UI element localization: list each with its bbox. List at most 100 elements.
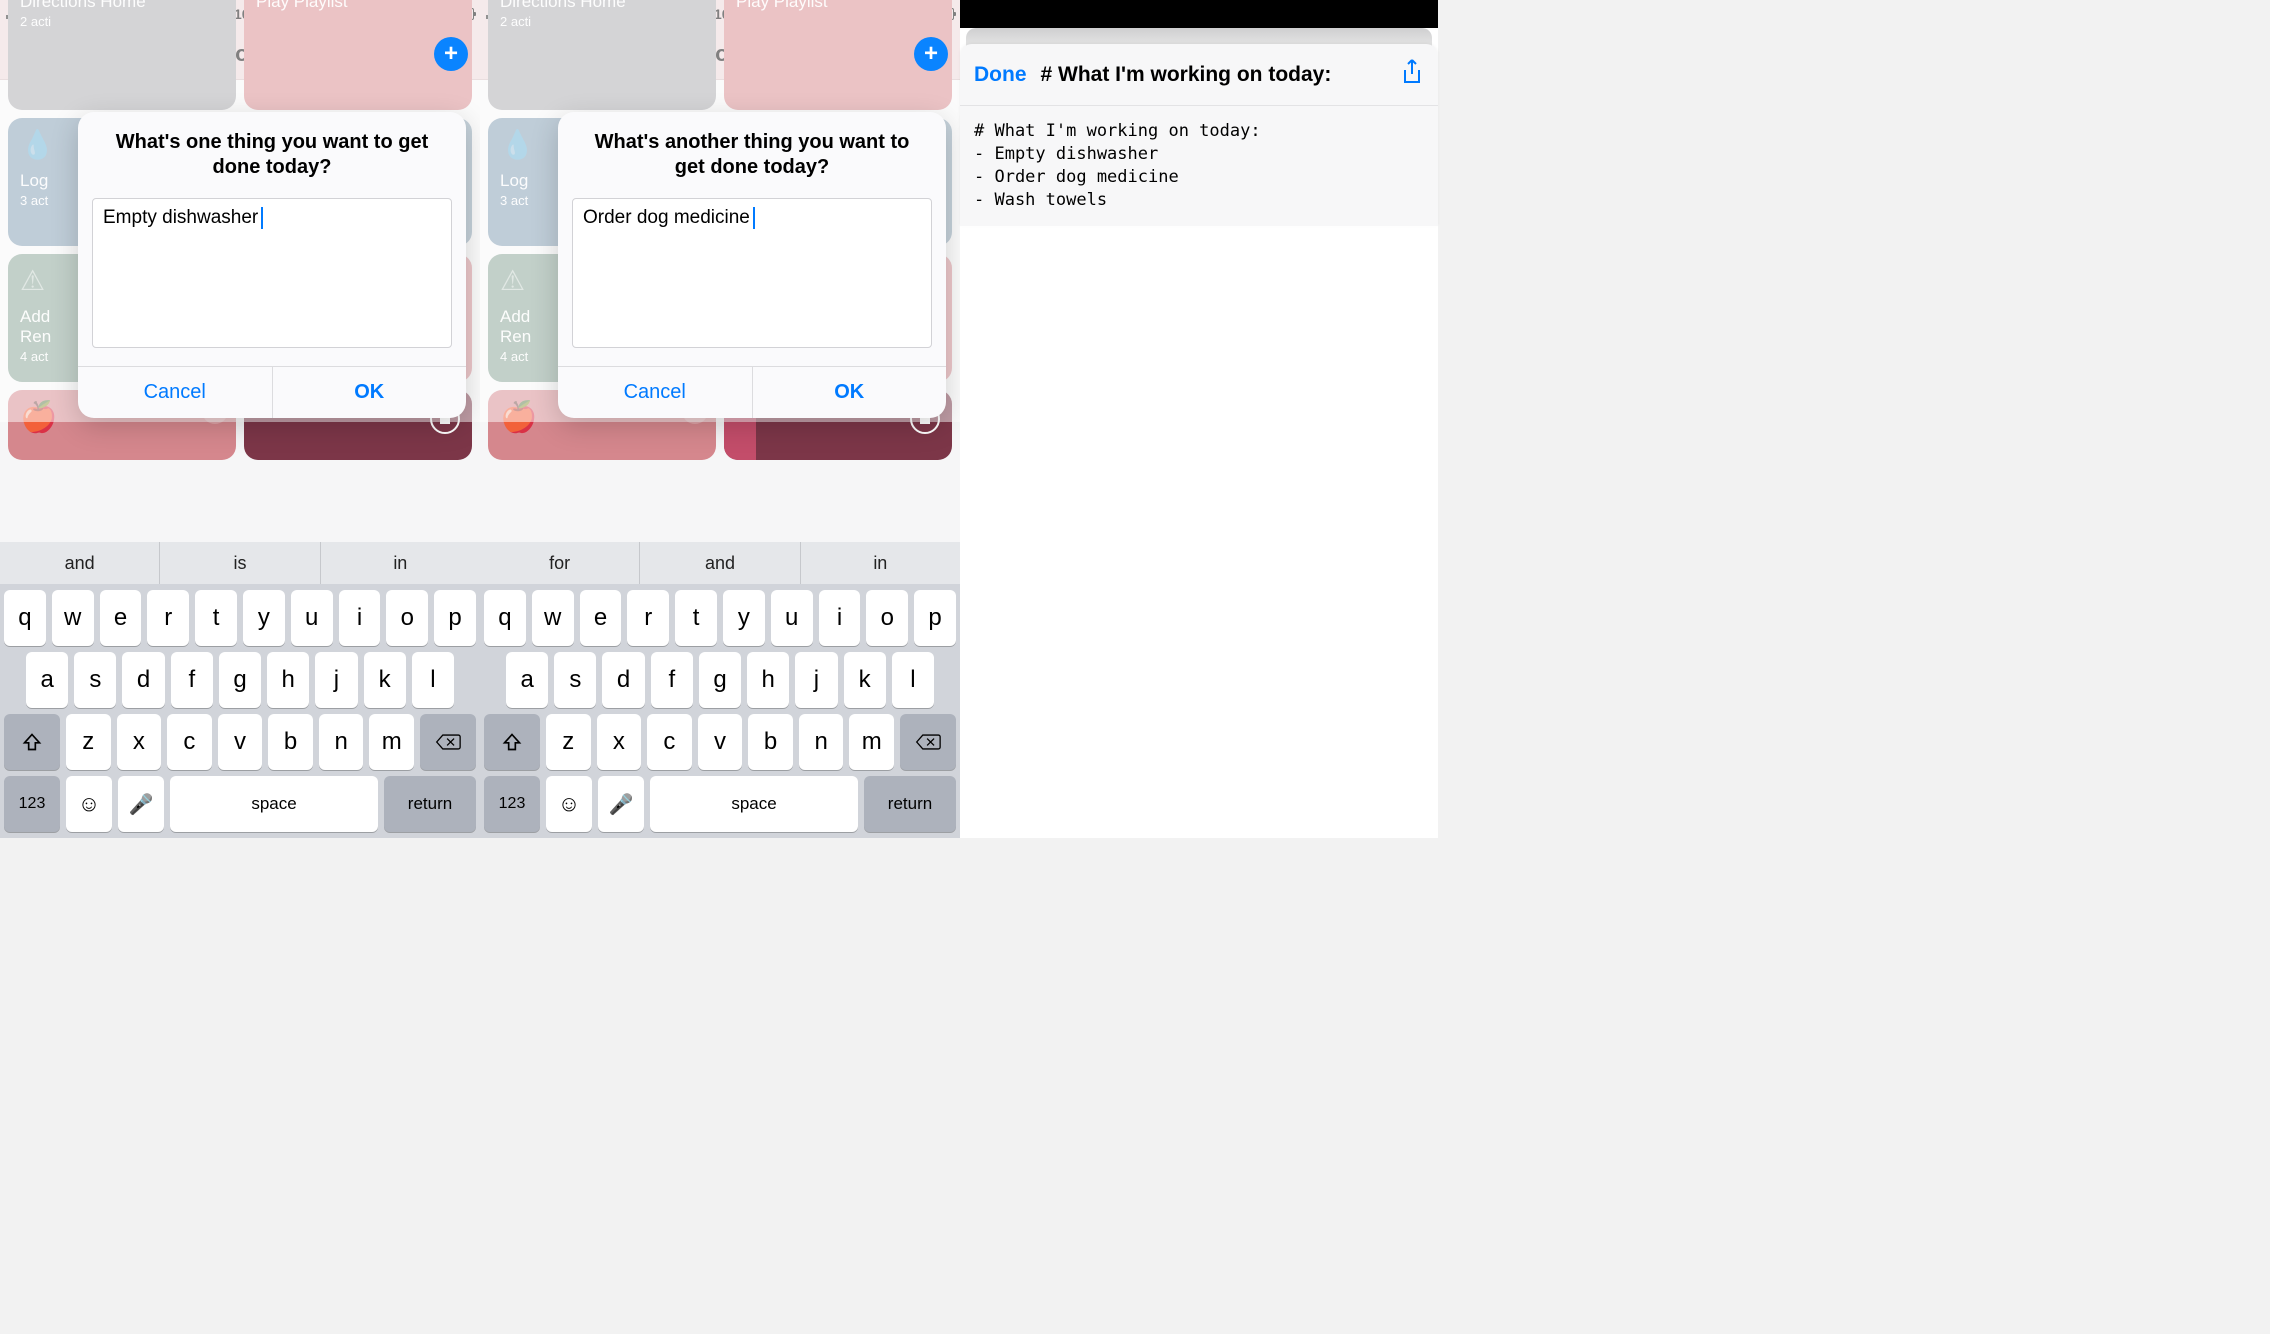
backspace-key[interactable]	[420, 714, 476, 770]
key-t[interactable]: t	[195, 590, 237, 646]
note-title: # What I'm working on today:	[1027, 63, 1401, 87]
key-j[interactable]: j	[315, 652, 357, 708]
space-key[interactable]: space	[170, 776, 378, 832]
key-u[interactable]: u	[291, 590, 333, 646]
key-row-3: zxcvbnm	[0, 708, 480, 770]
key-a[interactable]: a	[26, 652, 68, 708]
dictation-key[interactable]: 🎤	[598, 776, 644, 832]
cancel-button[interactable]: Cancel	[78, 367, 272, 418]
key-z[interactable]: z	[66, 714, 111, 770]
cancel-button[interactable]: Cancel	[558, 367, 752, 418]
share-icon	[1400, 58, 1424, 86]
add-shortcut-button[interactable]: +	[434, 37, 468, 71]
prompt-input[interactable]: Order dog medicine	[572, 198, 932, 348]
key-e[interactable]: e	[580, 590, 622, 646]
key-y[interactable]: y	[723, 590, 765, 646]
screenshot-1: AT&T Wi-Fi 10:02 AM 96% Edit My Shortcut…	[0, 0, 480, 838]
key-p[interactable]: p	[434, 590, 476, 646]
shift-key[interactable]	[4, 714, 60, 770]
key-u[interactable]: u	[771, 590, 813, 646]
key-v[interactable]: v	[218, 714, 263, 770]
key-b[interactable]: b	[268, 714, 313, 770]
suggestion[interactable]: and	[640, 542, 800, 584]
key-h[interactable]: h	[267, 652, 309, 708]
screenshot-3: Done # What I'm working on today: # What…	[960, 0, 1438, 838]
suggestion[interactable]: is	[160, 542, 320, 584]
suggestion-bar: and is in	[0, 542, 480, 584]
status-bar-blank	[960, 0, 1438, 28]
key-row-4: 123 ☺ 🎤 space return	[0, 770, 480, 838]
key-row-3: zxcvbnm	[480, 708, 960, 770]
key-m[interactable]: m	[849, 714, 894, 770]
key-k[interactable]: k	[844, 652, 886, 708]
key-i[interactable]: i	[339, 590, 381, 646]
key-p[interactable]: p	[914, 590, 956, 646]
suggestion[interactable]: in	[321, 542, 480, 584]
key-d[interactable]: d	[122, 652, 164, 708]
key-x[interactable]: x	[597, 714, 642, 770]
key-d[interactable]: d	[602, 652, 644, 708]
key-g[interactable]: g	[219, 652, 261, 708]
shift-key[interactable]	[484, 714, 540, 770]
key-r[interactable]: r	[627, 590, 669, 646]
key-row-2: asdfghjkl	[480, 646, 960, 708]
suggestion[interactable]: and	[0, 542, 160, 584]
key-o[interactable]: o	[866, 590, 908, 646]
key-e[interactable]: e	[100, 590, 142, 646]
key-row-1: qwertyuiop	[480, 584, 960, 646]
key-row-1: qwertyuiop	[0, 584, 480, 646]
key-h[interactable]: h	[747, 652, 789, 708]
suggestion[interactable]: for	[480, 542, 640, 584]
key-q[interactable]: q	[484, 590, 526, 646]
numbers-key[interactable]: 123	[484, 776, 540, 832]
suggestion[interactable]: in	[801, 542, 960, 584]
prompt-input[interactable]: Empty dishwasher	[92, 198, 452, 348]
add-shortcut-button[interactable]: +	[914, 37, 948, 71]
ok-button[interactable]: OK	[752, 367, 947, 418]
space-key[interactable]: space	[650, 776, 858, 832]
key-f[interactable]: f	[171, 652, 213, 708]
text-cursor	[753, 207, 755, 229]
emoji-key[interactable]: ☺	[66, 776, 112, 832]
share-button[interactable]	[1400, 58, 1424, 91]
key-l[interactable]: l	[412, 652, 454, 708]
key-x[interactable]: x	[117, 714, 162, 770]
key-i[interactable]: i	[819, 590, 861, 646]
key-c[interactable]: c	[167, 714, 212, 770]
key-w[interactable]: w	[52, 590, 94, 646]
prompt-dialog-1: What's one thing you want to get done to…	[78, 112, 466, 418]
key-v[interactable]: v	[698, 714, 743, 770]
dictation-key[interactable]: 🎤	[118, 776, 164, 832]
ok-button[interactable]: OK	[272, 367, 467, 418]
key-r[interactable]: r	[147, 590, 189, 646]
key-c[interactable]: c	[647, 714, 692, 770]
key-m[interactable]: m	[369, 714, 414, 770]
key-f[interactable]: f	[651, 652, 693, 708]
numbers-key[interactable]: 123	[4, 776, 60, 832]
emoji-key[interactable]: ☺	[546, 776, 592, 832]
key-q[interactable]: q	[4, 590, 46, 646]
key-j[interactable]: j	[795, 652, 837, 708]
key-o[interactable]: o	[386, 590, 428, 646]
key-s[interactable]: s	[74, 652, 116, 708]
key-g[interactable]: g	[699, 652, 741, 708]
key-t[interactable]: t	[675, 590, 717, 646]
key-n[interactable]: n	[319, 714, 364, 770]
key-y[interactable]: y	[243, 590, 285, 646]
key-w[interactable]: w	[532, 590, 574, 646]
key-b[interactable]: b	[748, 714, 793, 770]
key-s[interactable]: s	[554, 652, 596, 708]
key-n[interactable]: n	[799, 714, 844, 770]
key-k[interactable]: k	[364, 652, 406, 708]
return-key[interactable]: return	[384, 776, 476, 832]
key-l[interactable]: l	[892, 652, 934, 708]
key-row-4: 123 ☺ 🎤 space return	[480, 770, 960, 838]
prompt-dialog-2: What's another thing you want to get don…	[558, 112, 946, 418]
return-key[interactable]: return	[864, 776, 956, 832]
backspace-key[interactable]	[900, 714, 956, 770]
key-z[interactable]: z	[546, 714, 591, 770]
keyboard: for and in qwertyuiop asdfghjkl zxcvbnm …	[480, 542, 960, 838]
done-button[interactable]: Done	[974, 63, 1027, 87]
note-body[interactable]: # What I'm working on today: - Empty dis…	[960, 106, 1438, 226]
key-a[interactable]: a	[506, 652, 548, 708]
